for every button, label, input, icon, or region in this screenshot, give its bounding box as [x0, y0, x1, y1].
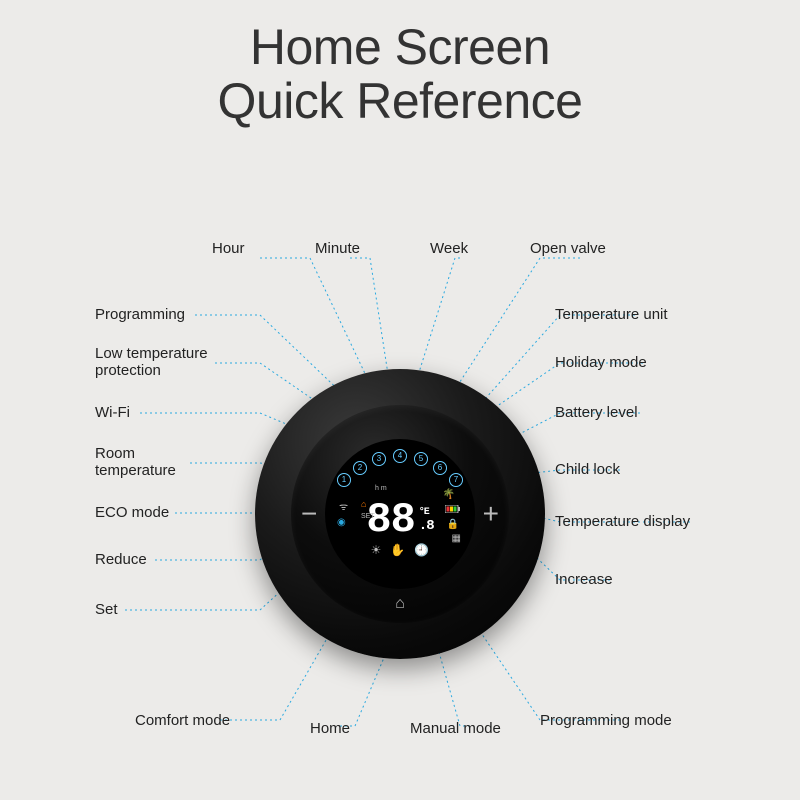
comfort-icon: ☀ — [371, 543, 382, 557]
eco-icon: ◉ — [337, 517, 346, 528]
arc-day-7: 7 — [449, 473, 463, 487]
title-line2: Quick Reference — [0, 74, 800, 128]
callout-prog-mode: Programming mode — [540, 712, 672, 729]
callout-temp-display: Temperature display — [555, 513, 690, 530]
callout-home: Home — [310, 720, 350, 737]
callout-reduce: Reduce — [95, 551, 147, 568]
callout-child-lock: Child lock — [555, 461, 620, 478]
callout-set: Set — [95, 601, 118, 618]
callout-open-valve: Open valve — [530, 240, 606, 257]
callout-week: Week — [430, 240, 468, 257]
battery-icon — [445, 505, 461, 516]
callout-manual: Manual mode — [410, 720, 501, 737]
callout-low-temp: Low temperature protection — [95, 345, 208, 380]
arc-day-4: 4 — [393, 449, 407, 463]
diagram-stage: Hour Minute Week Open valve Programming … — [0, 150, 800, 800]
arc-day-1: 1 — [337, 473, 351, 487]
callout-hour: Hour — [212, 240, 245, 257]
thermostat-device: − + ⌂ 1 2 3 4 5 6 7 ᯤ ◉ ⌂ SET h m 🌴 — [255, 369, 545, 659]
temperature-readout: 88 °E .8 — [366, 496, 433, 544]
home-icon[interactable]: ⌂ — [395, 595, 405, 613]
temp-unit-symbol: °E — [419, 507, 434, 518]
callout-room-temp: Room temperature — [95, 445, 176, 480]
temp-sub-digit: .8 — [419, 518, 434, 534]
title-line1: Home Screen — [0, 20, 800, 74]
callout-battery: Battery level — [555, 404, 638, 421]
callout-minute: Minute — [315, 240, 360, 257]
reduce-button[interactable]: − — [301, 498, 317, 530]
callout-increase: Increase — [555, 571, 613, 588]
lock-icon: 🔒 — [447, 519, 459, 530]
manual-icon: ✋ — [390, 543, 405, 557]
arc-day-3: 3 — [372, 452, 386, 466]
arc-day-2: 2 — [353, 461, 367, 475]
callout-temp-unit: Temperature unit — [555, 306, 668, 323]
mode-row: ☀ ✋ 🕘 — [371, 543, 430, 557]
arc-day-6: 6 — [433, 461, 447, 475]
callout-eco: ECO mode — [95, 504, 169, 521]
window-icon: ▦ — [452, 533, 461, 544]
increase-button[interactable]: + — [483, 498, 499, 530]
wifi-icon: ᯤ — [339, 499, 348, 513]
clock-icon: 🕘 — [414, 543, 429, 557]
callout-programming: Programming — [95, 306, 185, 323]
callout-comfort: Comfort mode — [135, 712, 230, 729]
temp-main-digits: 88 — [366, 496, 414, 544]
callout-holiday: Holiday mode — [555, 354, 647, 371]
page-title: Home Screen Quick Reference — [0, 0, 800, 128]
callout-wifi: Wi-Fi — [95, 404, 130, 421]
week-program-arc: 1 2 3 4 5 6 7 — [335, 447, 465, 487]
device-screen: 1 2 3 4 5 6 7 ᯤ ◉ ⌂ SET h m 🌴 🔒 ▦ — [325, 439, 475, 589]
holiday-icon: 🌴 — [443, 489, 455, 500]
arc-day-5: 5 — [414, 452, 428, 466]
